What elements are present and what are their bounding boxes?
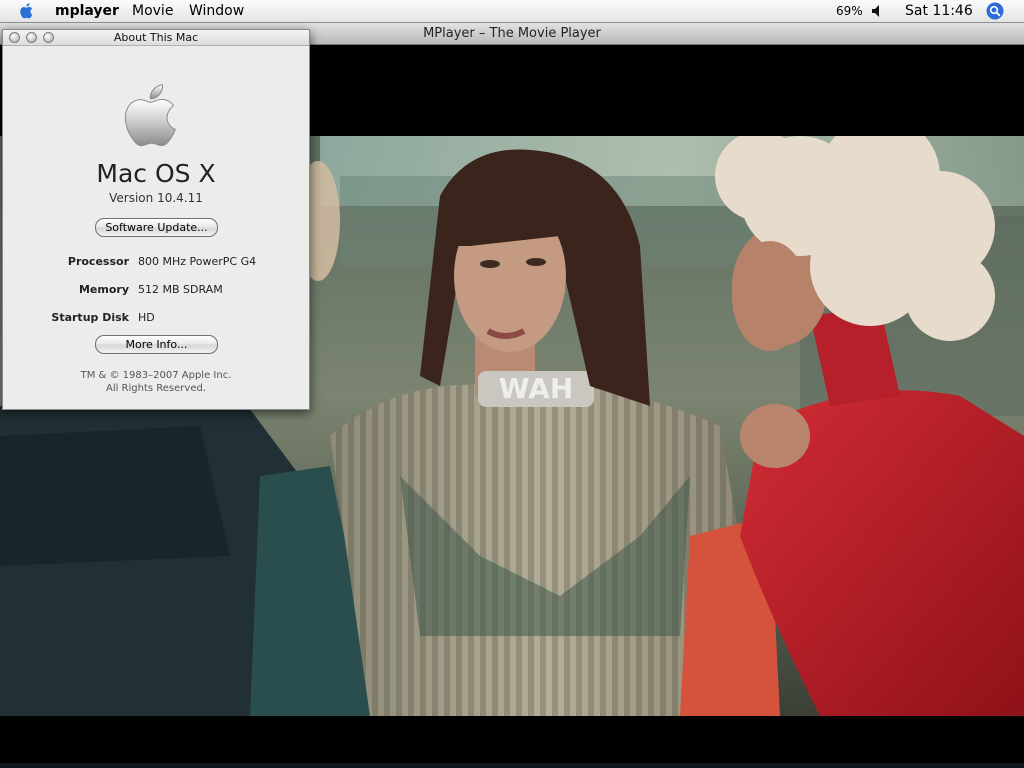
software-update-button[interactable]: Software Update...: [95, 218, 218, 237]
processor-value: 800 MHz PowerPC G4: [138, 255, 257, 268]
os-version: Version 10.4.11: [109, 191, 203, 205]
menu-clock[interactable]: Sat 11:46: [905, 3, 973, 19]
menu-bar: mplayer Movie Window 69% Sat 11:46: [0, 0, 1024, 23]
menu-app-name[interactable]: mplayer: [55, 3, 119, 19]
menu-window[interactable]: Window: [189, 3, 244, 19]
choker-lettering: WAH: [499, 372, 574, 405]
startup-disk-value: HD: [138, 311, 155, 324]
apple-icon[interactable]: [17, 2, 37, 20]
copyright-line: TM & © 1983–2007 Apple Inc.: [80, 370, 232, 381]
rights-reserved-line: All Rights Reserved.: [105, 383, 207, 394]
about-titlebar[interactable]: About This Mac: [3, 30, 309, 46]
about-this-mac-window: About This Mac Mac OS X Version 10.4.11 …: [2, 29, 310, 410]
about-window-title: About This Mac: [113, 31, 199, 44]
processor-label: Processor: [67, 255, 129, 268]
spotlight-search-icon[interactable]: [986, 2, 1004, 20]
menu-movie[interactable]: Movie: [132, 3, 173, 19]
memory-label: Memory: [78, 283, 129, 296]
battery-status[interactable]: 69%: [836, 4, 863, 18]
volume-icon[interactable]: [871, 4, 883, 18]
memory-value: 512 MB SDRAM: [138, 283, 223, 296]
desktop-bottom-edge: [0, 763, 1024, 768]
os-name: Mac OS X: [96, 159, 216, 188]
apple-logo-icon: [124, 84, 176, 147]
startup-disk-label: Startup Disk: [51, 311, 129, 324]
more-info-button[interactable]: More Info...: [95, 335, 218, 354]
